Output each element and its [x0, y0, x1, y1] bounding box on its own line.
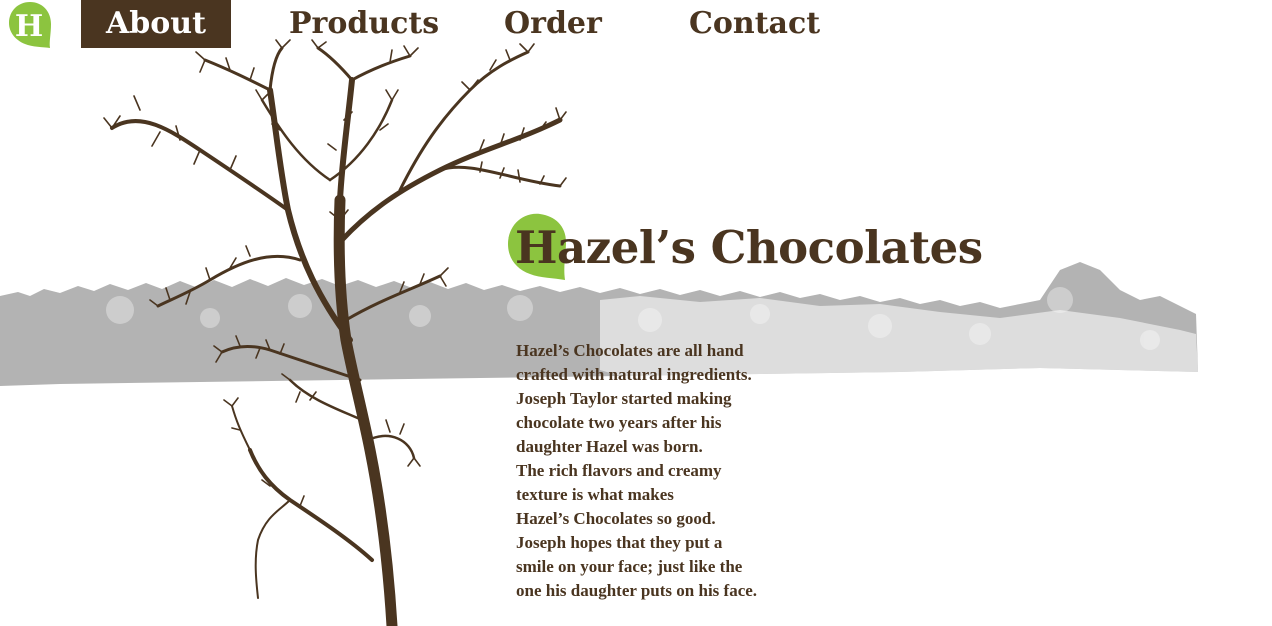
about-paragraph: Hazel’s Chocolates are all hand crafted … [516, 339, 816, 603]
about-line: Joseph hopes that they put a [516, 533, 723, 552]
home-logo[interactable]: H [8, 1, 52, 49]
about-line: one his daughter puts on his face. [516, 581, 758, 600]
about-line: Hazel’s Chocolates so good. [516, 509, 716, 528]
about-line: daughter Hazel was born. [516, 437, 703, 456]
about-line: texture is what makes [516, 485, 674, 504]
page-title: Hazel’s Chocolates [515, 221, 983, 274]
nav-products-link[interactable]: Products [289, 0, 439, 48]
nav-order-link[interactable]: Order [504, 0, 602, 48]
about-line: The rich flavors and creamy [516, 461, 722, 480]
about-line: chocolate two years after his [516, 413, 722, 432]
nav-contact-link[interactable]: Contact [689, 0, 820, 48]
about-line: crafted with natural ingredients. [516, 365, 752, 384]
about-line: smile on your face; just like the [516, 557, 743, 576]
about-line: Joseph Taylor started making [516, 389, 732, 408]
nav-about-link[interactable]: About [81, 0, 231, 48]
logo-letter: H [15, 9, 43, 44]
leaf-h-logo-icon: H [9, 2, 51, 48]
about-line: Hazel’s Chocolates are all hand [516, 341, 744, 360]
